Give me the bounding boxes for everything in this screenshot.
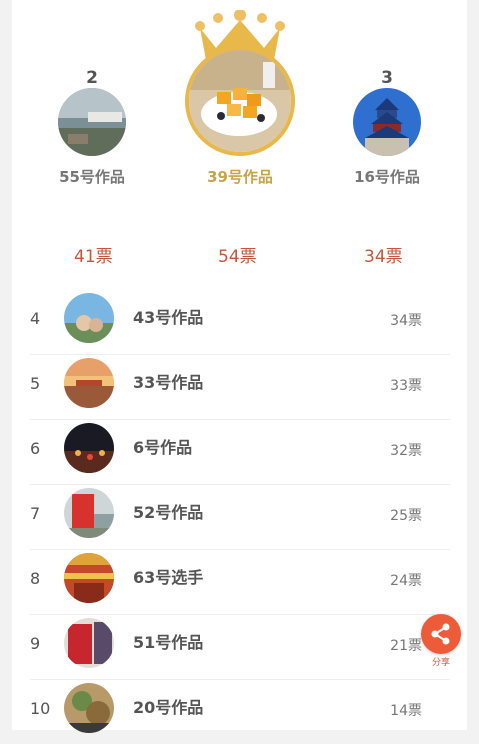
list-thumbnail xyxy=(64,553,114,603)
list-thumbnail xyxy=(64,683,114,733)
podium-first-avatar xyxy=(185,46,295,156)
list-thumbnail xyxy=(64,423,114,473)
list-votes: 21票 xyxy=(390,638,422,654)
list-votes: 25票 xyxy=(390,508,422,524)
list-item[interactable]: 10 20号作品 14票 xyxy=(30,680,450,744)
share-icon xyxy=(421,614,461,654)
ranking-list: 4 43号作品 34票 5 33号作品 33票 6 6号作品 32票 7 52号… xyxy=(30,290,450,744)
podium-third-avatar xyxy=(353,88,421,156)
list-title: 20号作品 xyxy=(133,698,204,717)
podium-first-title: 39号作品 xyxy=(207,168,273,186)
podium-second-votes: 41票 xyxy=(74,247,113,267)
list-votes: 24票 xyxy=(390,573,422,589)
podium-second[interactable]: 2 55号作品 xyxy=(50,68,134,187)
list-rank: 9 xyxy=(30,634,41,653)
list-rank: 4 xyxy=(30,309,41,328)
list-title: 6号作品 xyxy=(133,438,193,457)
list-rank: 10 xyxy=(30,699,51,718)
rank-2-label: 2 xyxy=(86,68,98,88)
share-button[interactable]: 分享 xyxy=(420,614,462,670)
podium-second-title: 55号作品 xyxy=(59,168,125,186)
list-title: 43号作品 xyxy=(133,308,204,327)
list-item[interactable]: 5 33号作品 33票 xyxy=(30,355,450,420)
list-item[interactable]: 7 52号作品 25票 xyxy=(30,485,450,550)
list-votes: 14票 xyxy=(390,703,422,719)
list-votes: 33票 xyxy=(390,378,422,394)
list-title: 52号作品 xyxy=(133,503,204,522)
podium-first-votes: 54票 xyxy=(218,247,257,267)
list-rank: 7 xyxy=(30,504,41,523)
list-votes: 34票 xyxy=(390,313,422,329)
podium-third[interactable]: 3 16号作品 xyxy=(345,68,429,187)
podium-votes: 41票 54票 34票 xyxy=(12,242,467,267)
list-title: 33号作品 xyxy=(133,373,204,392)
share-label: 分享 xyxy=(431,658,450,668)
list-title: 63号选手 xyxy=(133,568,204,587)
list-thumbnail xyxy=(64,488,114,538)
list-rank: 5 xyxy=(30,374,41,393)
podium-third-title: 16号作品 xyxy=(354,168,420,186)
podium: 2 55号作品 39号作品 3 16号作品 41票 54票 34票 xyxy=(12,0,467,280)
list-item[interactable]: 9 51号作品 21票 xyxy=(30,615,450,680)
list-rank: 6 xyxy=(30,439,41,458)
podium-second-avatar xyxy=(58,88,126,156)
rank-3-label: 3 xyxy=(381,68,393,88)
list-votes: 32票 xyxy=(390,443,422,459)
list-item[interactable]: 4 43号作品 34票 xyxy=(30,290,450,355)
list-thumbnail xyxy=(64,358,114,408)
podium-third-votes: 34票 xyxy=(364,247,403,267)
list-item[interactable]: 8 63号选手 24票 xyxy=(30,550,450,615)
list-item[interactable]: 6 6号作品 32票 xyxy=(30,420,450,485)
list-thumbnail xyxy=(64,618,114,668)
podium-first[interactable]: 39号作品 xyxy=(182,46,298,187)
list-rank: 8 xyxy=(30,569,41,588)
list-thumbnail xyxy=(64,293,114,343)
leaderboard-card: 2 55号作品 39号作品 3 16号作品 41票 54票 34票 4 43号作… xyxy=(12,0,467,733)
list-title: 51号作品 xyxy=(133,633,204,652)
